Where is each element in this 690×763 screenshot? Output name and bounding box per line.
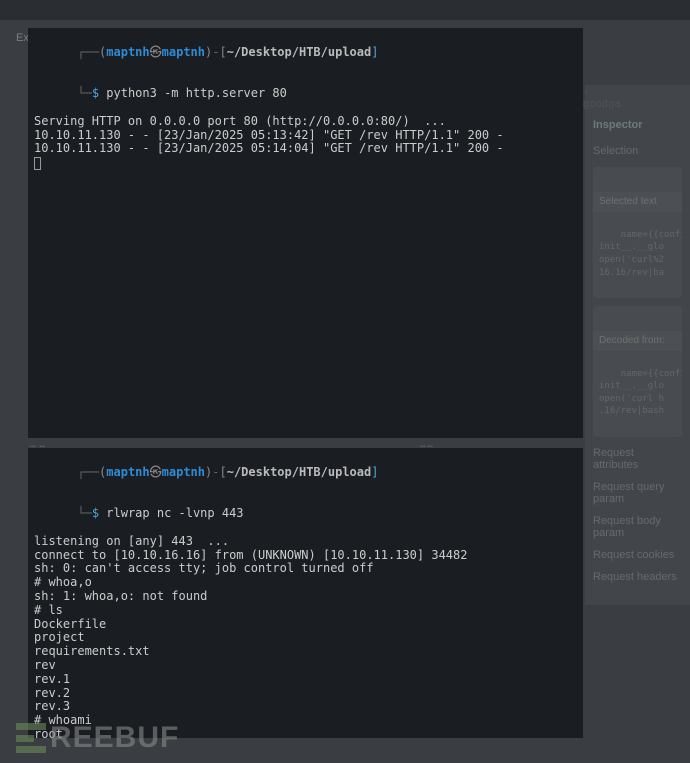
prompt-user: maptnh	[106, 465, 149, 479]
term-output-line: 10.10.11.130 - - [23/Jan/2025 05:14:04] …	[34, 142, 577, 156]
prompt-path: ~/Desktop/HTB/upload	[227, 45, 372, 59]
term-output-line: # whoa,o	[34, 576, 577, 590]
prompt-block: ┌──(maptnh㉿maptnh)-[~/Desktop/HTB/upload…	[34, 32, 577, 115]
watermark: REEBUF	[16, 721, 179, 755]
inspector-title: Inspector	[593, 119, 682, 131]
prompt-host: maptnh	[162, 465, 205, 479]
term-output-line: rev.1	[34, 673, 577, 687]
term-output-line: Serving HTTP on 0.0.0.0 port 80 (http://…	[34, 115, 577, 129]
terminal-http-server[interactable]: ┌──(maptnh㉿maptnh)-[~/Desktop/HTB/upload…	[28, 28, 583, 438]
term-output-line: sh: 1: whoa,o: not found	[34, 590, 577, 604]
selection-heading: Selection	[593, 145, 682, 157]
command-input[interactable]: rlwrap nc -lvnp 443	[106, 506, 243, 520]
selected-text-box: Selected text name={{config init__.__glo…	[593, 167, 682, 298]
req-cookies[interactable]: Request cookies	[593, 549, 682, 561]
decoded-hdr: Decoded from:	[593, 331, 682, 351]
term-output-line: 10.10.11.130 - - [23/Jan/2025 05:13:42] …	[34, 129, 577, 143]
req-body[interactable]: Request body param	[593, 515, 682, 539]
term-output-line: sh: 0: can't access tty; job control tur…	[34, 562, 577, 576]
prompt-user: maptnh	[106, 45, 149, 59]
req-headers[interactable]: Request headers	[593, 571, 682, 583]
watermark-logo-icon	[16, 723, 46, 753]
selected-text-content: name={{config init__.__glo open('curl%2 …	[599, 230, 682, 278]
req-attributes[interactable]: Request attributes	[593, 447, 682, 471]
selected-text-hdr: Selected text	[593, 192, 682, 212]
term-output-line: Dockerfile	[34, 618, 577, 632]
watermark-text: REEBUF	[50, 721, 179, 755]
terminal-netcat[interactable]: ┌──(maptnh㉿maptnh)-[~/Desktop/HTB/upload…	[28, 448, 583, 738]
inspector-panel: Inspector Selection Selected text name={…	[585, 85, 690, 605]
at-icon: ㉿	[150, 465, 162, 479]
prompt-host: maptnh	[162, 45, 205, 59]
term-output-line: rev.3	[34, 700, 577, 714]
at-icon: ㉿	[150, 45, 162, 59]
command-input[interactable]: python3 -m http.server 80	[106, 86, 287, 100]
prompt-path: ~/Desktop/HTB/upload	[227, 465, 372, 479]
cursor-icon	[34, 157, 41, 170]
decoded-content: name={{confi init__.__glo open('curl h .…	[599, 369, 682, 417]
term-output-line: requirements.txt	[34, 645, 577, 659]
term-output-line: # ls	[34, 604, 577, 618]
prompt-block: ┌──(maptnh㉿maptnh)-[~/Desktop/HTB/upload…	[34, 452, 577, 535]
term-output-line: listening on [any] 443 ...	[34, 535, 577, 549]
req-query[interactable]: Request query param	[593, 481, 682, 505]
term-output-line: connect to [10.10.16.16] from (UNKNOWN) …	[34, 549, 577, 563]
term-output-line: project	[34, 631, 577, 645]
window-titlebar	[0, 0, 690, 20]
term-output-line: rev.2	[34, 687, 577, 701]
decoded-box: Decoded from: name={{confi init__.__glo …	[593, 306, 682, 437]
term-output-line: rev	[34, 659, 577, 673]
